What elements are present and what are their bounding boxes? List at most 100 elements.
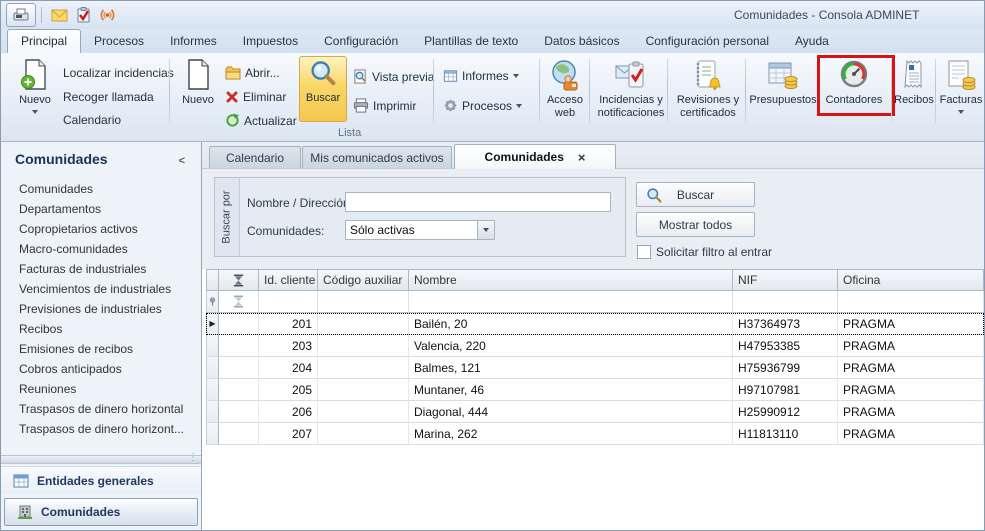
abrir-button[interactable]: Abrir... xyxy=(225,66,280,80)
table-cell[interactable]: PRAGMA xyxy=(838,401,984,423)
sidebar-splitter[interactable]: ⋮ xyxy=(1,455,201,464)
ribbon-tab-principal[interactable]: Principal xyxy=(7,29,81,53)
grid-filter-row[interactable] xyxy=(206,291,984,313)
table-cell[interactable]: PRAGMA xyxy=(838,335,984,357)
sidebar-footer-entidades-generales[interactable]: Entidades generales xyxy=(1,466,201,494)
revisiones-certificados-button[interactable]: Revisiones y certificados xyxy=(671,57,745,119)
mostrar-todos-button[interactable]: Mostrar todos xyxy=(636,212,755,237)
ribbon-tab-configuración-personal[interactable]: Configuración personal xyxy=(633,30,782,53)
sidebar-footer-comunidades[interactable]: Comunidades xyxy=(4,498,198,526)
close-icon[interactable]: × xyxy=(578,150,586,165)
eliminar-button[interactable]: Eliminar xyxy=(225,90,286,104)
table-cell[interactable]: H25990912 xyxy=(733,401,838,423)
table-cell[interactable] xyxy=(318,335,409,357)
collapse-chevron-icon[interactable]: < xyxy=(179,155,185,167)
ribbon-tab-datos-básicos[interactable]: Datos básicos xyxy=(531,30,632,53)
nuevo-button[interactable]: Nuevo xyxy=(175,57,221,107)
sidebar-item-comunidades[interactable]: Comunidades xyxy=(1,179,201,199)
ribbon-tab-configuración[interactable]: Configuración xyxy=(311,30,411,53)
doc-tab-comunidades[interactable]: Comunidades × xyxy=(454,144,616,169)
sidebar-item-cobros-anticipados[interactable]: Cobros anticipados xyxy=(1,359,201,379)
incidencias-notificaciones-button[interactable]: Incidencias y notificaciones xyxy=(593,57,669,119)
table-cell[interactable]: PRAGMA xyxy=(838,423,984,445)
table-row[interactable]: 204 Balmes, 121H75936799PRAGMA xyxy=(206,357,984,379)
ribbon-tab-procesos[interactable]: Procesos xyxy=(81,30,157,53)
column-header-codigo-auxiliar[interactable]: Código auxiliar xyxy=(318,269,409,291)
buscar-ribbon-button[interactable]: Buscar xyxy=(299,56,347,122)
table-cell[interactable] xyxy=(206,401,219,423)
filter-cell[interactable] xyxy=(259,291,318,313)
vista-previa-button[interactable]: Vista previa xyxy=(353,69,434,84)
table-cell[interactable] xyxy=(206,335,219,357)
table-cell[interactable]: PRAGMA xyxy=(838,357,984,379)
table-cell[interactable]: PRAGMA xyxy=(838,379,984,401)
table-cell[interactable]: 206 xyxy=(259,401,318,423)
table-cell[interactable] xyxy=(318,357,409,379)
acceso-web-button[interactable]: Acceso web xyxy=(542,57,588,119)
table-row[interactable]: 207Marina, 262H11813110PRAGMA xyxy=(206,423,984,445)
app-menu-button[interactable] xyxy=(6,3,36,27)
mail-icon[interactable] xyxy=(47,4,71,26)
table-cell[interactable]: H75936799 xyxy=(733,357,838,379)
ribbon-tab-ayuda[interactable]: Ayuda xyxy=(782,30,842,53)
table-cell[interactable]: Bailén, 20 xyxy=(409,313,733,335)
facturas-button[interactable]: Facturas xyxy=(938,57,984,114)
table-cell[interactable] xyxy=(206,379,219,401)
column-header-nif[interactable]: NIF xyxy=(733,269,838,291)
sidebar-item-departamentos[interactable]: Departamentos xyxy=(1,199,201,219)
table-cell[interactable] xyxy=(206,357,219,379)
actualizar-button[interactable]: Actualizar xyxy=(225,113,297,128)
table-cell[interactable]: Diagonal, 444 xyxy=(409,401,733,423)
nuevo-incidencia-button[interactable]: Nuevo xyxy=(11,57,59,114)
table-row[interactable]: 205Muntaner, 46H97107981PRAGMA xyxy=(206,379,984,401)
table-cell[interactable] xyxy=(318,401,409,423)
table-cell[interactable]: 205 xyxy=(259,379,318,401)
filter-cell[interactable] xyxy=(409,291,733,313)
ribbon-tab-impuestos[interactable]: Impuestos xyxy=(230,30,311,53)
table-cell[interactable] xyxy=(219,401,259,423)
table-row[interactable]: 206 Diagonal, 444H25990912PRAGMA xyxy=(206,401,984,423)
imprimir-button[interactable]: Imprimir xyxy=(353,98,416,113)
menu-item-localizar-incidencias[interactable]: Localizar incidencias xyxy=(63,66,174,80)
recibos-button[interactable]: Recibos xyxy=(893,57,935,107)
table-cell[interactable]: H97107981 xyxy=(733,379,838,401)
presupuestos-button[interactable]: Presupuestos xyxy=(749,57,817,107)
buscar-por-side-tab[interactable]: Buscar por xyxy=(215,178,240,256)
column-header-nombre[interactable]: Nombre xyxy=(409,269,733,291)
name-direccion-input[interactable] xyxy=(345,192,611,212)
informes-menu-button[interactable]: Informes xyxy=(443,69,519,83)
table-cell[interactable] xyxy=(318,379,409,401)
table-cell[interactable]: 204 xyxy=(259,357,318,379)
sidebar-item-traspasos-de-dinero-horizontal[interactable]: Traspasos de dinero horizontal xyxy=(1,399,201,419)
table-cell[interactable] xyxy=(219,335,259,357)
ribbon-tab-plantillas-de-texto[interactable]: Plantillas de texto xyxy=(411,30,531,53)
table-cell[interactable]: Marina, 262 xyxy=(409,423,733,445)
column-header-hourglass[interactable] xyxy=(219,269,259,291)
doc-tab-calendario[interactable]: Calendario xyxy=(209,146,301,168)
table-cell[interactable]: ▶ xyxy=(206,313,219,335)
broadcast-icon[interactable] xyxy=(95,4,119,26)
sidebar-item-emisiones-de-recibos[interactable]: Emisiones de recibos xyxy=(1,339,201,359)
table-cell[interactable]: 201 xyxy=(259,313,318,335)
table-row[interactable]: 203Valencia, 220H47953385PRAGMA xyxy=(206,335,984,357)
table-cell[interactable]: Balmes, 121 xyxy=(409,357,733,379)
sidebar-item-vencimientos-de-industriales[interactable]: Vencimientos de industriales xyxy=(1,279,201,299)
sidebar-item-previsiones-de-industriales[interactable]: Previsiones de industriales xyxy=(1,299,201,319)
menu-item-calendario[interactable]: Calendario xyxy=(63,113,121,127)
filter-cell[interactable] xyxy=(318,291,409,313)
doc-tab-mis-comunicados-activos[interactable]: Mis comunicados activos xyxy=(302,146,452,168)
sidebar-item-recibos[interactable]: Recibos xyxy=(1,319,201,339)
table-cell[interactable] xyxy=(318,423,409,445)
sidebar-item-macro-comunidades[interactable]: Macro-comunidades xyxy=(1,239,201,259)
table-cell[interactable] xyxy=(219,423,259,445)
solicitar-filtro-checkbox[interactable] xyxy=(637,245,651,259)
column-header-oficina[interactable]: Oficina xyxy=(838,269,984,291)
sidebar-item-traspasos-de-dinero-horizont[interactable]: Traspasos de dinero horizont... xyxy=(1,419,201,439)
buscar-button[interactable]: Buscar xyxy=(636,182,755,207)
sidebar-item-reuniones[interactable]: Reuniones xyxy=(1,379,201,399)
table-cell[interactable]: H37364973 xyxy=(733,313,838,335)
contadores-button[interactable]: Contadores xyxy=(823,57,885,107)
table-cell[interactable] xyxy=(219,313,259,335)
table-cell[interactable]: 207 xyxy=(259,423,318,445)
column-header-id-cliente[interactable]: Id. cliente xyxy=(259,269,318,291)
